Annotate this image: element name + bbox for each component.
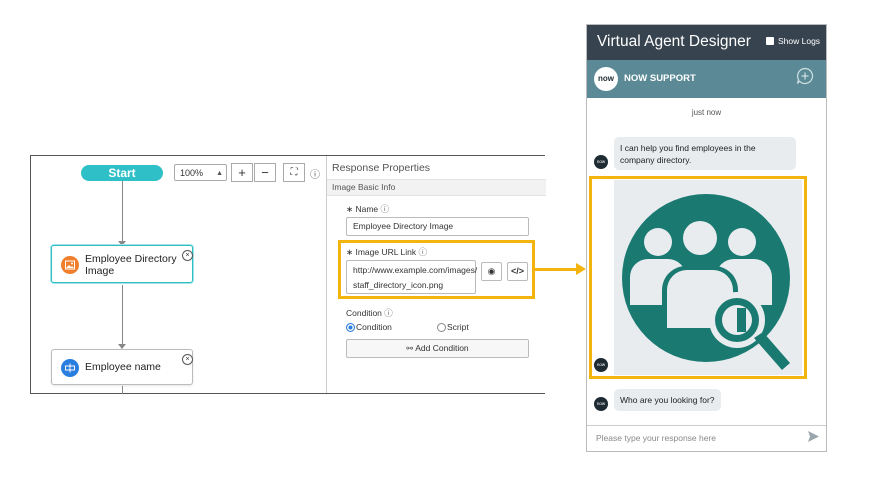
preview-button[interactable]: ◉ [481, 262, 502, 281]
name-field-label: ∗ Name ⓘ [346, 204, 390, 214]
chat-header: Virtual Agent Designer Show Logs [587, 25, 826, 60]
text-input-icon [61, 359, 79, 377]
code-icon: </> [510, 266, 524, 276]
condition-label: Condition ⓘ [346, 308, 393, 318]
show-logs-label: Show Logs [778, 36, 821, 46]
url-line: http://www.example.com/images/ [353, 265, 478, 275]
callout-arrow-line [532, 268, 578, 271]
node-label: Employee name [85, 361, 161, 373]
section-header: Image Basic Info [327, 179, 546, 196]
zoom-select[interactable]: 100% ▲ [174, 164, 227, 181]
agent-message: Who are you looking for? [614, 389, 721, 411]
flow-designer: Start 100% ▲ + − ⛶ ⓘ Employee Directory … [30, 155, 546, 394]
staff-directory-image [614, 180, 802, 375]
script-option-label: Script [447, 322, 469, 332]
divider [587, 425, 826, 426]
fit-screen-button[interactable]: ⛶ [283, 163, 305, 182]
script-button[interactable]: </> [507, 262, 528, 281]
flow-connector [122, 181, 123, 245]
start-node[interactable]: Start [81, 165, 163, 181]
panel-title: Response Properties [332, 162, 431, 174]
brand-name: NOW SUPPORT [624, 73, 696, 84]
new-chat-icon[interactable] [796, 67, 814, 90]
info-icon: ⓘ [380, 204, 390, 214]
response-properties-panel: Response Properties Image Basic Info ∗ N… [326, 156, 546, 393]
info-icon[interactable]: ⓘ [310, 166, 320, 181]
agent-avatar: now [594, 358, 608, 372]
arrow-right-icon [576, 263, 586, 275]
flow-connector [122, 285, 123, 347]
image-url-input[interactable]: http://www.example.com/images/ staff_dir… [346, 260, 478, 294]
chat-subheader: now NOW SUPPORT [587, 60, 826, 98]
zoom-value: 100% [180, 168, 204, 178]
close-icon[interactable]: × [182, 250, 193, 261]
close-icon[interactable]: × [182, 354, 193, 365]
flow-connector [122, 386, 123, 394]
send-icon[interactable] [807, 430, 820, 448]
show-logs-checkbox[interactable] [766, 37, 774, 45]
timestamp: just now [691, 108, 722, 117]
zoom-out-button[interactable]: − [254, 163, 276, 182]
name-input[interactable]: Employee Directory Image [346, 217, 529, 236]
agent-avatar: now [594, 397, 608, 411]
chat-window: Virtual Agent Designer Show Logs now NOW… [586, 24, 827, 452]
node-label: Employee Directory Image [85, 253, 177, 277]
flow-node-employee-directory-image[interactable]: Employee Directory Image × [51, 245, 193, 283]
info-icon: ⓘ [418, 247, 428, 257]
chat-title: Virtual Agent Designer [597, 33, 751, 50]
zoom-in-button[interactable]: + [231, 163, 253, 182]
url-field-label: ∗ Image URL Link ⓘ [346, 247, 428, 257]
script-radio[interactable] [437, 323, 446, 332]
updown-arrow-icon: ▲ [216, 170, 223, 177]
add-condition-button[interactable]: ⚯ Add Condition [346, 339, 529, 358]
fullscreen-icon: ⛶ [290, 167, 298, 178]
condition-option-label: Condition [356, 322, 392, 332]
now-logo: now [594, 67, 618, 91]
agent-avatar: now [594, 155, 608, 169]
chat-input[interactable]: Please type your response here [596, 433, 796, 443]
url-line: staff_directory_icon.png [353, 280, 444, 290]
image-icon [61, 256, 79, 274]
branch-icon: ⚯ [406, 344, 416, 353]
condition-radio[interactable] [346, 323, 355, 332]
eye-icon: ◉ [487, 266, 496, 276]
agent-message: I can help you find employees in the com… [614, 137, 796, 170]
flow-node-employee-name[interactable]: Employee name × [51, 349, 193, 385]
info-icon: ⓘ [384, 308, 393, 318]
employee-directory-icon [622, 194, 790, 370]
